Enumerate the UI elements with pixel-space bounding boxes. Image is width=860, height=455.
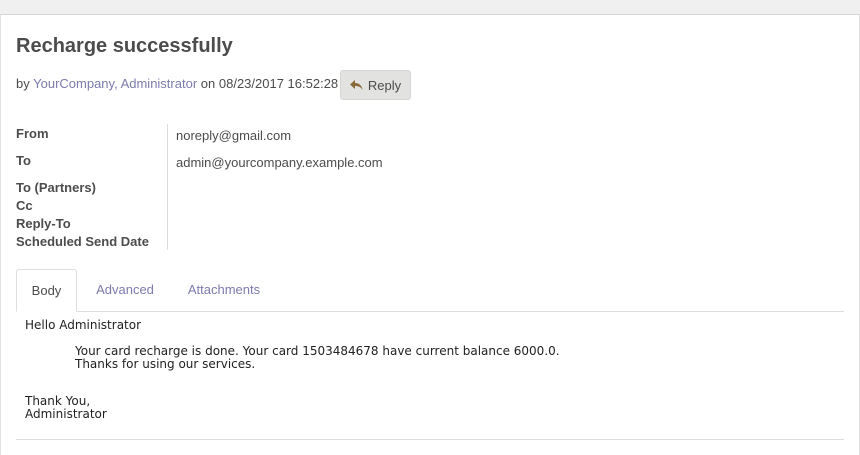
by-prefix: by — [16, 76, 30, 91]
tab-attachments[interactable]: Attachments — [176, 269, 272, 311]
body-bottom-divider — [16, 439, 844, 440]
tab-advanced[interactable]: Advanced — [86, 269, 164, 311]
reply-label: Reply — [367, 77, 402, 93]
cc-label: Cc — [16, 198, 33, 213]
to-label: To — [16, 153, 31, 168]
field-divider — [167, 124, 168, 250]
message-subject: Recharge successfully — [16, 35, 233, 57]
tab-body[interactable]: Body — [16, 269, 77, 312]
body-line-thanks: Thanks for using our services. — [75, 357, 256, 371]
from-label: From — [16, 126, 49, 141]
from-value: noreply@gmail.com — [176, 128, 292, 143]
on-text: on — [200, 76, 216, 91]
notebook-tabs: Body Advanced Attachments — [16, 269, 844, 312]
message-date: 08/23/2017 16:52:28 — [218, 76, 339, 91]
message-byline: by YourCompany, Administrator on 08/23/2… — [16, 76, 338, 92]
body-signature: Administrator — [25, 407, 107, 421]
reply-to-label: Reply-To — [16, 216, 71, 231]
author-link[interactable]: YourCompany, Administrator — [33, 76, 197, 91]
to-value: admin@yourcompany.example.com — [176, 155, 383, 170]
top-bar — [0, 0, 860, 14]
to-partners-label: To (Partners) — [16, 180, 96, 195]
reply-arrow-icon — [349, 79, 363, 91]
body-greeting: Hello Administrator — [25, 318, 142, 332]
reply-button[interactable]: Reply — [340, 70, 411, 100]
scheduled-send-date-label: Scheduled Send Date — [16, 234, 149, 249]
